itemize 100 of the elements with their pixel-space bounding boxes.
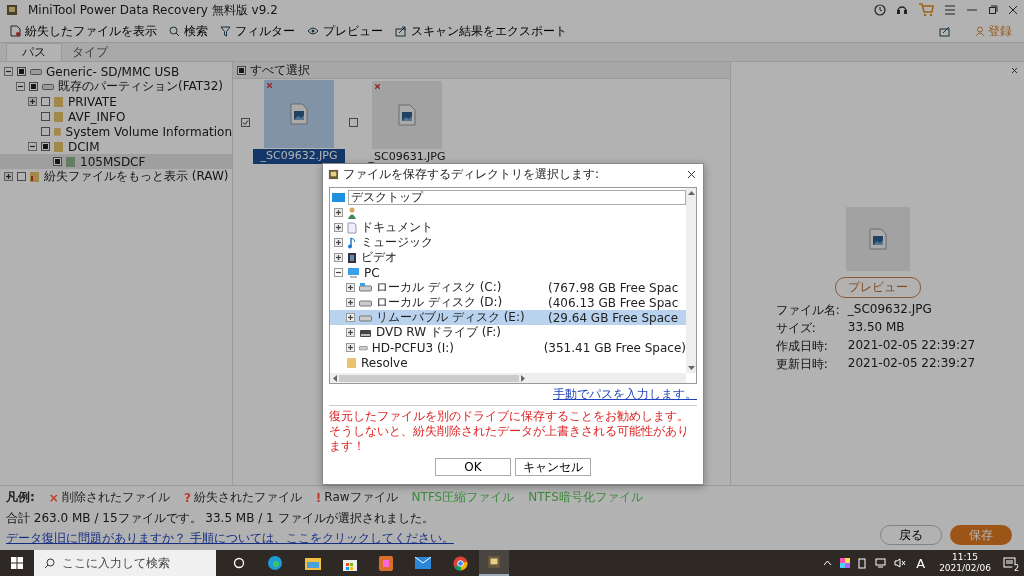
- expand-icon[interactable]: [346, 298, 355, 307]
- collapse-icon[interactable]: [334, 268, 343, 277]
- back-button[interactable]: 戻る: [880, 525, 942, 545]
- file-checkbox[interactable]: [349, 117, 358, 127]
- expand-icon[interactable]: [334, 208, 343, 217]
- preview-button[interactable]: プレビュー: [834, 277, 921, 298]
- select-all-checkbox[interactable]: [237, 65, 246, 75]
- headset-icon[interactable]: [896, 4, 908, 16]
- filter-icon: [220, 25, 231, 37]
- checkbox[interactable]: [41, 97, 50, 106]
- manual-path-link[interactable]: 手動でパスを入力します。: [553, 386, 697, 403]
- browser-icon[interactable]: [267, 555, 283, 571]
- expand-icon[interactable]: [4, 172, 13, 181]
- menu-icon[interactable]: [944, 5, 956, 15]
- directory-item[interactable]: DVD RW ドライブ (F:): [330, 325, 686, 340]
- legend-text: 紛失されたファイル: [193, 489, 302, 506]
- scroll-left-icon[interactable]: [332, 374, 337, 382]
- start-icon[interactable]: [11, 557, 23, 569]
- expand-icon[interactable]: [334, 253, 343, 262]
- input-method-indicator[interactable]: A: [916, 555, 926, 571]
- collapse-icon[interactable]: [28, 142, 37, 151]
- expand-icon[interactable]: [346, 283, 355, 292]
- chevron-up-icon[interactable]: [823, 560, 833, 566]
- cancel-button[interactable]: キャンセル: [515, 458, 591, 476]
- ok-button[interactable]: OK: [435, 458, 511, 476]
- expand-icon[interactable]: [346, 313, 355, 322]
- directory-label: ドキュメント: [361, 219, 433, 236]
- tree-label: 105MSDCF: [80, 154, 146, 169]
- toolbar-button[interactable]: フィルター: [216, 20, 299, 42]
- scroll-up-icon[interactable]: [687, 190, 695, 195]
- export-icon: [395, 25, 407, 37]
- folder-icon: [54, 126, 62, 137]
- taskbar-search-field[interactable]: ここに入力して検索: [34, 550, 216, 576]
- collapse-icon[interactable]: [4, 67, 13, 76]
- toolbar-button[interactable]: スキャン結果をエクスポート: [391, 20, 571, 42]
- folder-name-field[interactable]: デスクトップ: [348, 189, 686, 205]
- task-view-icon[interactable]: [233, 557, 245, 569]
- tree-item[interactable]: Generic- SD/MMC USB: [0, 64, 232, 79]
- tree-item[interactable]: 紛失ファイルをもっと表示 (RAW): [0, 169, 232, 184]
- chrome-icon[interactable]: [453, 555, 468, 571]
- muted-speaker-icon[interactable]: [894, 558, 907, 568]
- drive-icon: [42, 83, 54, 90]
- folder-icon[interactable]: [305, 556, 321, 570]
- expand-icon[interactable]: [28, 97, 37, 106]
- clock-time[interactable]: 11:15: [952, 552, 979, 563]
- scroll-right-icon[interactable]: [521, 374, 526, 382]
- close-icon[interactable]: [1008, 5, 1018, 15]
- checkbox[interactable]: [41, 127, 50, 136]
- vertical-scrollbar[interactable]: [686, 188, 696, 373]
- tree-item[interactable]: AVF_INFO: [0, 109, 232, 124]
- tree-item[interactable]: DCIM: [0, 139, 232, 154]
- file-checkbox[interactable]: [241, 117, 250, 127]
- tree-item[interactable]: PRIVATE: [0, 94, 232, 109]
- close-icon[interactable]: [1011, 67, 1018, 74]
- directory-item[interactable]: ローカル ディスク (D:) (406.13 GB Free Spac: [330, 295, 686, 310]
- network-icon[interactable]: [875, 558, 887, 568]
- checkbox[interactable]: [41, 142, 50, 151]
- expand-icon[interactable]: [346, 328, 355, 337]
- color-app-icon[interactable]: [840, 558, 851, 568]
- checkbox[interactable]: [17, 172, 26, 181]
- directory-item[interactable]: Resolve: [330, 355, 686, 370]
- device-icon[interactable]: [858, 557, 868, 569]
- tree-item[interactable]: 既存のパーティション(FAT32): [0, 79, 232, 94]
- toolbar-button[interactable]: 紛失したファイルを表示: [6, 20, 161, 42]
- checkbox[interactable]: [29, 82, 38, 91]
- directory-item[interactable]: リムーバブル ディスク (E:) (29.64 GB Free Space: [330, 310, 686, 325]
- media-player-icon[interactable]: [379, 555, 393, 571]
- toolbar-button[interactable]: プレビュー: [303, 20, 387, 42]
- scroll-down-icon[interactable]: [687, 366, 695, 371]
- directory-item[interactable]: ローカル ディスク (C:) (767.98 GB Free Spac: [330, 280, 686, 295]
- checkbox[interactable]: [17, 67, 26, 76]
- restore-icon[interactable]: [988, 5, 998, 15]
- horizontal-scrollbar[interactable]: [330, 373, 686, 383]
- expand-icon[interactable]: [334, 223, 343, 232]
- share-icon[interactable]: [939, 25, 951, 37]
- tree-item[interactable]: System Volume Information: [0, 124, 232, 139]
- directory-item[interactable]: ドキュメント: [330, 220, 686, 235]
- checkbox[interactable]: [41, 112, 50, 121]
- close-icon[interactable]: [687, 169, 696, 179]
- active-app-icon[interactable]: [479, 550, 509, 576]
- expand-icon[interactable]: [334, 238, 343, 247]
- file-thumbnail[interactable]: [264, 80, 334, 148]
- help-link[interactable]: データ復旧に問題がありますか？ 手順については、ここをクリックしてください。: [6, 530, 454, 547]
- tree-item[interactable]: 105MSDCF: [0, 154, 232, 169]
- expand-icon[interactable]: [346, 343, 355, 352]
- notification-icon[interactable]: [1003, 557, 1016, 569]
- collapse-icon[interactable]: [16, 82, 25, 91]
- free-space-text: (406.13 GB Free Spac: [548, 295, 679, 310]
- checkbox[interactable]: [53, 157, 62, 166]
- toolbar-button[interactable]: 検索: [165, 20, 212, 42]
- directory-item[interactable]: ミュージック: [330, 235, 686, 250]
- directory-item[interactable]: HD-PCFU3 (I:) (351.41 GB Free Space): [330, 340, 686, 355]
- clock-date[interactable]: 2021/02/06: [939, 563, 991, 574]
- clock-icon[interactable]: [874, 4, 886, 16]
- directory-item[interactable]: PC: [330, 265, 686, 280]
- tab[interactable]: パス: [6, 43, 62, 61]
- mail-icon[interactable]: [415, 557, 431, 569]
- tab[interactable]: タイプ: [62, 43, 118, 61]
- directory-item[interactable]: ビデオ: [330, 250, 686, 265]
- file-thumbnail[interactable]: [372, 80, 442, 149]
